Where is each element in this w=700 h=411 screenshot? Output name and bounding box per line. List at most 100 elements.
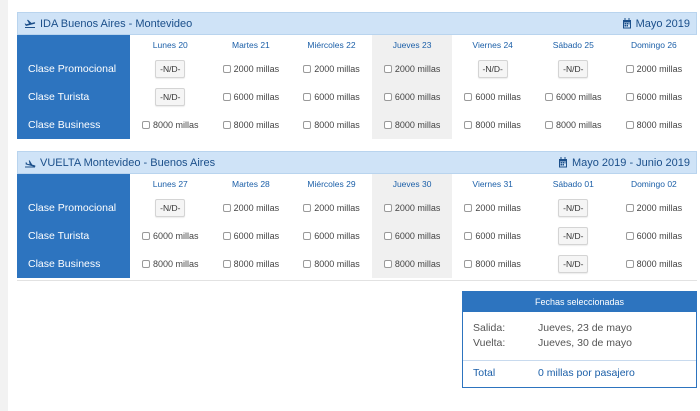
fare-miles-label: 8000 millas: [394, 120, 441, 130]
fare-checkbox[interactable]: [303, 121, 312, 129]
fare-miles-label: 2000 millas: [314, 203, 360, 213]
fare-option[interactable]: 8000 millas: [130, 250, 211, 278]
fare-unavailable-cell: -N/D-: [533, 222, 614, 250]
fare-option[interactable]: 6000 millas: [211, 83, 292, 111]
total-row: Total 0 millas por pasajero: [463, 360, 696, 387]
fare-miles-label: 8000 millas: [636, 259, 683, 269]
fare-checkbox[interactable]: [222, 260, 231, 268]
fare-checkbox[interactable]: [222, 121, 231, 129]
fare-checkbox[interactable]: [464, 260, 473, 268]
fare-unavailable-cell: -N/D-: [130, 194, 211, 222]
fare-checkbox[interactable]: [545, 121, 553, 129]
fare-checkbox[interactable]: [625, 204, 634, 212]
fare-miles-label: 6000 millas: [314, 231, 360, 241]
fare-miles-label: 6000 millas: [153, 231, 199, 241]
fare-checkbox[interactable]: [303, 93, 312, 101]
fare-option[interactable]: 2000 millas: [211, 55, 292, 83]
fare-miles-label: 2000 millas: [475, 203, 521, 213]
fare-option[interactable]: 6000 millas: [211, 222, 292, 250]
fare-checkbox[interactable]: [625, 65, 634, 73]
fare-checkbox[interactable]: [383, 260, 392, 268]
fare-option[interactable]: 8000 millas: [211, 111, 292, 139]
fare-checkbox[interactable]: [625, 121, 634, 129]
fare-option[interactable]: 2000 millas: [291, 55, 372, 83]
fare-option[interactable]: 6000 millas: [371, 83, 453, 111]
fare-option[interactable]: 6000 millas: [614, 222, 695, 250]
fare-option[interactable]: 6000 millas: [452, 222, 533, 250]
fare-option[interactable]: 2000 millas: [614, 194, 695, 222]
fare-miles-label: 8000 millas: [233, 259, 280, 269]
fare-checkbox[interactable]: [222, 93, 231, 101]
fare-option[interactable]: 8000 millas: [371, 250, 453, 278]
fare-checkbox[interactable]: [142, 121, 151, 129]
fare-checkbox[interactable]: [222, 65, 231, 73]
ida-title: IDA Buenos Aires - Montevideo: [40, 17, 193, 30]
fare-checkbox[interactable]: [464, 121, 473, 129]
fare-option[interactable]: 6000 millas: [452, 83, 533, 111]
ida-month: Mayo 2019: [635, 17, 690, 30]
fare-option[interactable]: 2000 millas: [371, 55, 453, 83]
fare-unavailable-cell: -N/D-: [130, 55, 211, 83]
fare-option[interactable]: 6000 millas: [614, 83, 695, 111]
fare-option[interactable]: 2000 millas: [371, 194, 453, 222]
fare-checkbox[interactable]: [625, 93, 634, 101]
fare-checkbox[interactable]: [464, 93, 473, 101]
fare-option[interactable]: 2000 millas: [211, 194, 292, 222]
fare-option[interactable]: 8000 millas: [130, 111, 211, 139]
fare-miles-label: 6000 millas: [233, 92, 280, 102]
fare-option[interactable]: 8000 millas: [614, 250, 695, 278]
fare-checkbox[interactable]: [222, 204, 231, 212]
fare-checkbox[interactable]: [303, 65, 312, 73]
fare-option[interactable]: 2000 millas: [452, 194, 533, 222]
fare-unavailable-cell: -N/D-: [533, 250, 614, 278]
ida-section: IDA Buenos Aires - Montevideo Mayo 2019 …: [17, 12, 697, 139]
fare-option[interactable]: 2000 millas: [291, 194, 372, 222]
fare-option[interactable]: 8000 millas: [452, 111, 533, 139]
summary-header: Fechas seleccionadas: [463, 292, 696, 312]
fare-checkbox[interactable]: [303, 232, 312, 240]
vuelta-month: Mayo 2019 - Junio 2019: [571, 156, 690, 169]
fare-option[interactable]: 6000 millas: [130, 222, 211, 250]
fare-checkbox[interactable]: [545, 93, 553, 101]
fare-option[interactable]: 6000 millas: [291, 222, 372, 250]
fare-checkbox[interactable]: [625, 232, 634, 240]
fare-option[interactable]: 8000 millas: [291, 111, 372, 139]
fare-option[interactable]: 8000 millas: [371, 111, 453, 139]
not-available-badge: -N/D-: [155, 60, 186, 78]
fare-option[interactable]: 8000 millas: [211, 250, 292, 278]
fare-checkbox[interactable]: [303, 204, 312, 212]
fare-option[interactable]: 2000 millas: [614, 55, 695, 83]
fare-option[interactable]: 6000 millas: [533, 83, 614, 111]
fare-checkbox[interactable]: [142, 260, 151, 268]
fare-checkbox[interactable]: [383, 93, 392, 101]
fare-miles-label: 6000 millas: [394, 231, 441, 241]
class-label: Clase Promocional: [17, 55, 130, 83]
fare-miles-label: 6000 millas: [636, 92, 683, 102]
fare-option[interactable]: 6000 millas: [291, 83, 372, 111]
fare-checkbox[interactable]: [383, 204, 392, 212]
fare-miles-label: 8000 millas: [233, 120, 280, 130]
fare-checkbox[interactable]: [383, 121, 392, 129]
fare-option[interactable]: 8000 millas: [614, 111, 695, 139]
fare-checkbox[interactable]: [222, 232, 231, 240]
fare-miles-label: 8000 millas: [153, 120, 199, 130]
fare-option[interactable]: 6000 millas: [371, 222, 453, 250]
fare-checkbox[interactable]: [303, 260, 312, 268]
day-header: Lunes 27: [152, 179, 188, 189]
fare-checkbox[interactable]: [383, 232, 392, 240]
fare-miles-label: 6000 millas: [636, 231, 683, 241]
fare-checkbox[interactable]: [625, 260, 634, 268]
fare-option[interactable]: 8000 millas: [452, 250, 533, 278]
fare-checkbox[interactable]: [142, 232, 151, 240]
fare-option[interactable]: 8000 millas: [291, 250, 372, 278]
fare-option[interactable]: 8000 millas: [533, 111, 614, 139]
day-header: Sábado 25: [552, 40, 594, 50]
salida-label: Salida:: [473, 321, 506, 334]
not-available-badge: -N/D-: [558, 227, 589, 245]
fare-miles-label: 6000 millas: [475, 92, 521, 102]
class-column-header: [17, 35, 130, 55]
fare-checkbox[interactable]: [464, 232, 473, 240]
class-label: Clase Turista: [17, 83, 130, 111]
fare-checkbox[interactable]: [464, 204, 473, 212]
fare-checkbox[interactable]: [383, 65, 392, 73]
